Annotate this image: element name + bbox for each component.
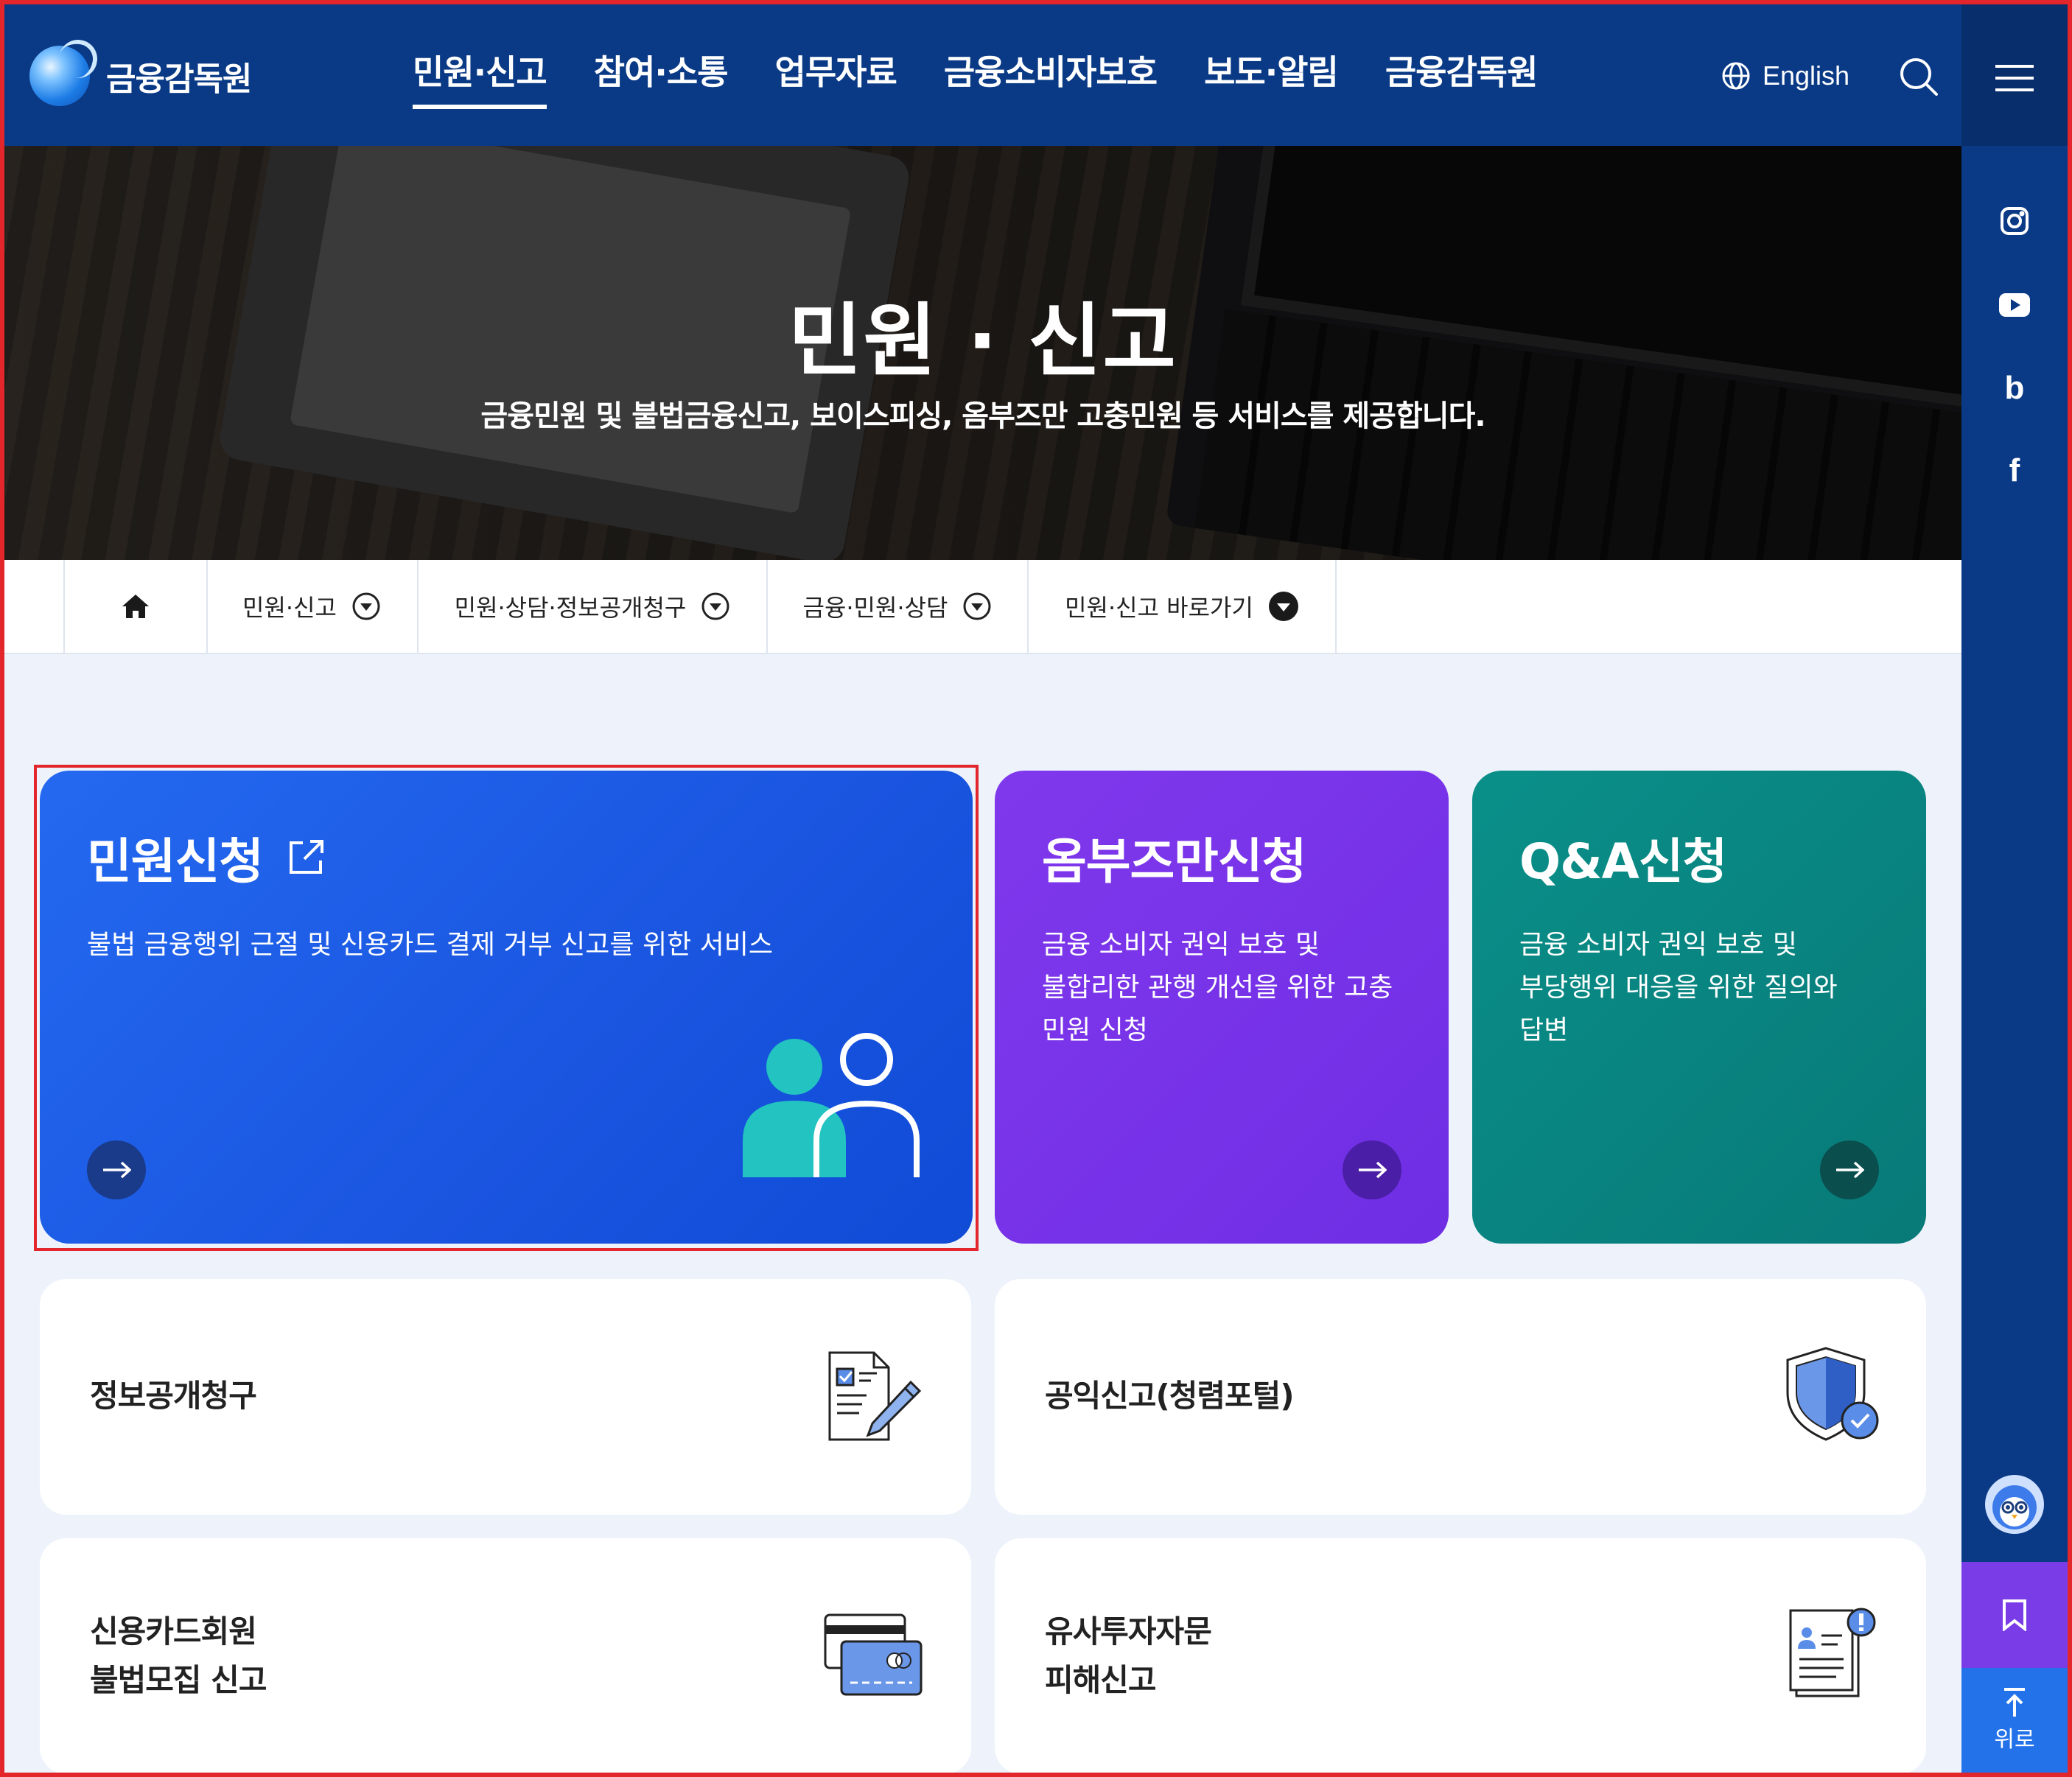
- breadcrumb-home[interactable]: [63, 560, 208, 653]
- arrow-right-icon: [1359, 1161, 1387, 1179]
- document-edit-icon: [828, 1351, 922, 1441]
- bookmark-button[interactable]: [1961, 1562, 2068, 1668]
- facebook-icon: f: [2009, 452, 2020, 488]
- selection-highlight: [34, 765, 979, 1251]
- nav-consumer-protection[interactable]: 금융소비자보호: [944, 46, 1158, 109]
- chevron-down-circle-icon: [701, 592, 729, 620]
- credit-card-illegal-recruit-card[interactable]: 신용카드회원 불법모집 신고: [40, 1538, 971, 1774]
- instagram-link[interactable]: [1961, 206, 2068, 236]
- breadcrumb-level-2[interactable]: 민원·상담·정보공개청구: [419, 560, 768, 653]
- shield-check-icon: [1786, 1347, 1879, 1441]
- nav-fss[interactable]: 금융감독원: [1385, 46, 1539, 109]
- rail-menu-area: [1961, 4, 2068, 146]
- ombudsman-apply-arrow[interactable]: [1343, 1140, 1401, 1199]
- chevron-down-filled-icon: [1268, 592, 1298, 621]
- globe-icon: [1722, 62, 1750, 90]
- pseudo-investment-advisory-card[interactable]: 유사투자자문 피해신고: [995, 1538, 1926, 1774]
- hamburger-menu-icon[interactable]: [1995, 63, 2034, 93]
- breadcrumb-level-1[interactable]: 민원·신고: [206, 560, 419, 653]
- blog-link[interactable]: b: [1961, 370, 2068, 407]
- language-label: English: [1763, 60, 1850, 91]
- credit-card-icon: [824, 1613, 923, 1696]
- public-interest-report-card[interactable]: 공익신고(청렴포털): [995, 1279, 1926, 1515]
- info-disclosure-card[interactable]: 정보공개청구: [40, 1279, 971, 1515]
- facebook-link[interactable]: f: [1961, 452, 2068, 489]
- hero-banner: 민원 · 신고 금융민원 및 불법금융신고, 보이스피싱, 옴부즈만 고충민원 …: [4, 146, 1961, 560]
- language-switch[interactable]: English: [1721, 60, 1849, 91]
- nav-complaint-report[interactable]: 민원·신고: [413, 46, 547, 109]
- public-interest-report-label: 공익신고(청렴포털): [1045, 1378, 1295, 1414]
- home-icon: [122, 595, 149, 618]
- nav-press[interactable]: 보도·알림: [1204, 46, 1339, 109]
- logo-text: 금융감독원: [106, 60, 252, 98]
- qa-apply-title: Q&A신청: [1519, 833, 1727, 890]
- arrow-up-icon: [2004, 1688, 2025, 1717]
- report-document-icon: [1789, 1608, 1876, 1697]
- credit-card-illegal-recruit-label: 신용카드회원 불법모집 신고: [90, 1613, 267, 1698]
- blog-icon: b: [2004, 370, 2025, 406]
- chevron-down-circle-icon: [352, 592, 380, 620]
- ombudsman-apply-title: 옴부즈만신청: [1042, 833, 1306, 890]
- page-title: 민원 · 신고: [788, 295, 1177, 388]
- info-disclosure-label: 정보공개청구: [90, 1378, 257, 1414]
- arrow-right-icon: [1836, 1161, 1864, 1179]
- search-icon[interactable]: [1898, 56, 1939, 97]
- qa-apply-desc: 금융 소비자 권익 보호 및 부당행위 대응을 위한 질의와 답변: [1519, 930, 1838, 1045]
- chatbot-mascot-icon[interactable]: [1985, 1475, 2044, 1534]
- breadcrumb-shortcut[interactable]: 민원·신고 바로가기: [1029, 560, 1337, 653]
- youtube-link[interactable]: [1961, 293, 2068, 317]
- chevron-down-circle-icon: [963, 592, 991, 620]
- logo-globe-icon: [29, 46, 90, 106]
- page-subtitle: 금융민원 및 불법금융신고, 보이스피싱, 옴부즈만 고충민원 등 서비스를 제…: [480, 399, 1485, 433]
- main-nav: 민원·신고 참여·소통 업무자료 금융소비자보호 보도·알림 금융감독원: [413, 46, 1584, 109]
- breadcrumb-level-3[interactable]: 금융·민원·상담: [768, 560, 1029, 653]
- scroll-top-button[interactable]: 위로: [1961, 1668, 2068, 1773]
- site-logo[interactable]: 금융감독원: [29, 46, 252, 106]
- bookmark-icon: [2003, 1599, 2026, 1631]
- breadcrumb: 민원·신고 민원·상담·정보공개청구 금융·민원·상담 민원·신고 바로가기: [4, 560, 1961, 654]
- qa-apply-arrow[interactable]: [1820, 1140, 1879, 1199]
- right-quick-rail: b f 위로: [1961, 4, 2068, 1773]
- scroll-top-label: 위로: [1994, 1727, 2035, 1753]
- qa-apply-card[interactable]: Q&A신청 금융 소비자 권익 보호 및 부당행위 대응을 위한 질의와 답변: [1472, 771, 1926, 1244]
- instagram-icon: [2001, 207, 2029, 235]
- site-header: 금융감독원 민원·신고 참여·소통 업무자료 금융소비자보호 보도·알림 금융감…: [4, 4, 1961, 146]
- ombudsman-apply-card[interactable]: 옴부즈만신청 금융 소비자 권익 보호 및 불합리한 관행 개선을 위한 고충 …: [995, 771, 1449, 1244]
- youtube-icon: [1999, 293, 2030, 317]
- nav-work-materials[interactable]: 업무자료: [775, 46, 897, 109]
- pseudo-investment-advisory-label: 유사투자자문 피해신고: [1045, 1613, 1212, 1698]
- ombudsman-apply-desc: 금융 소비자 권익 보호 및 불합리한 관행 개선을 위한 고충 민원 신청: [1042, 930, 1393, 1045]
- nav-participation[interactable]: 참여·소통: [594, 46, 729, 109]
